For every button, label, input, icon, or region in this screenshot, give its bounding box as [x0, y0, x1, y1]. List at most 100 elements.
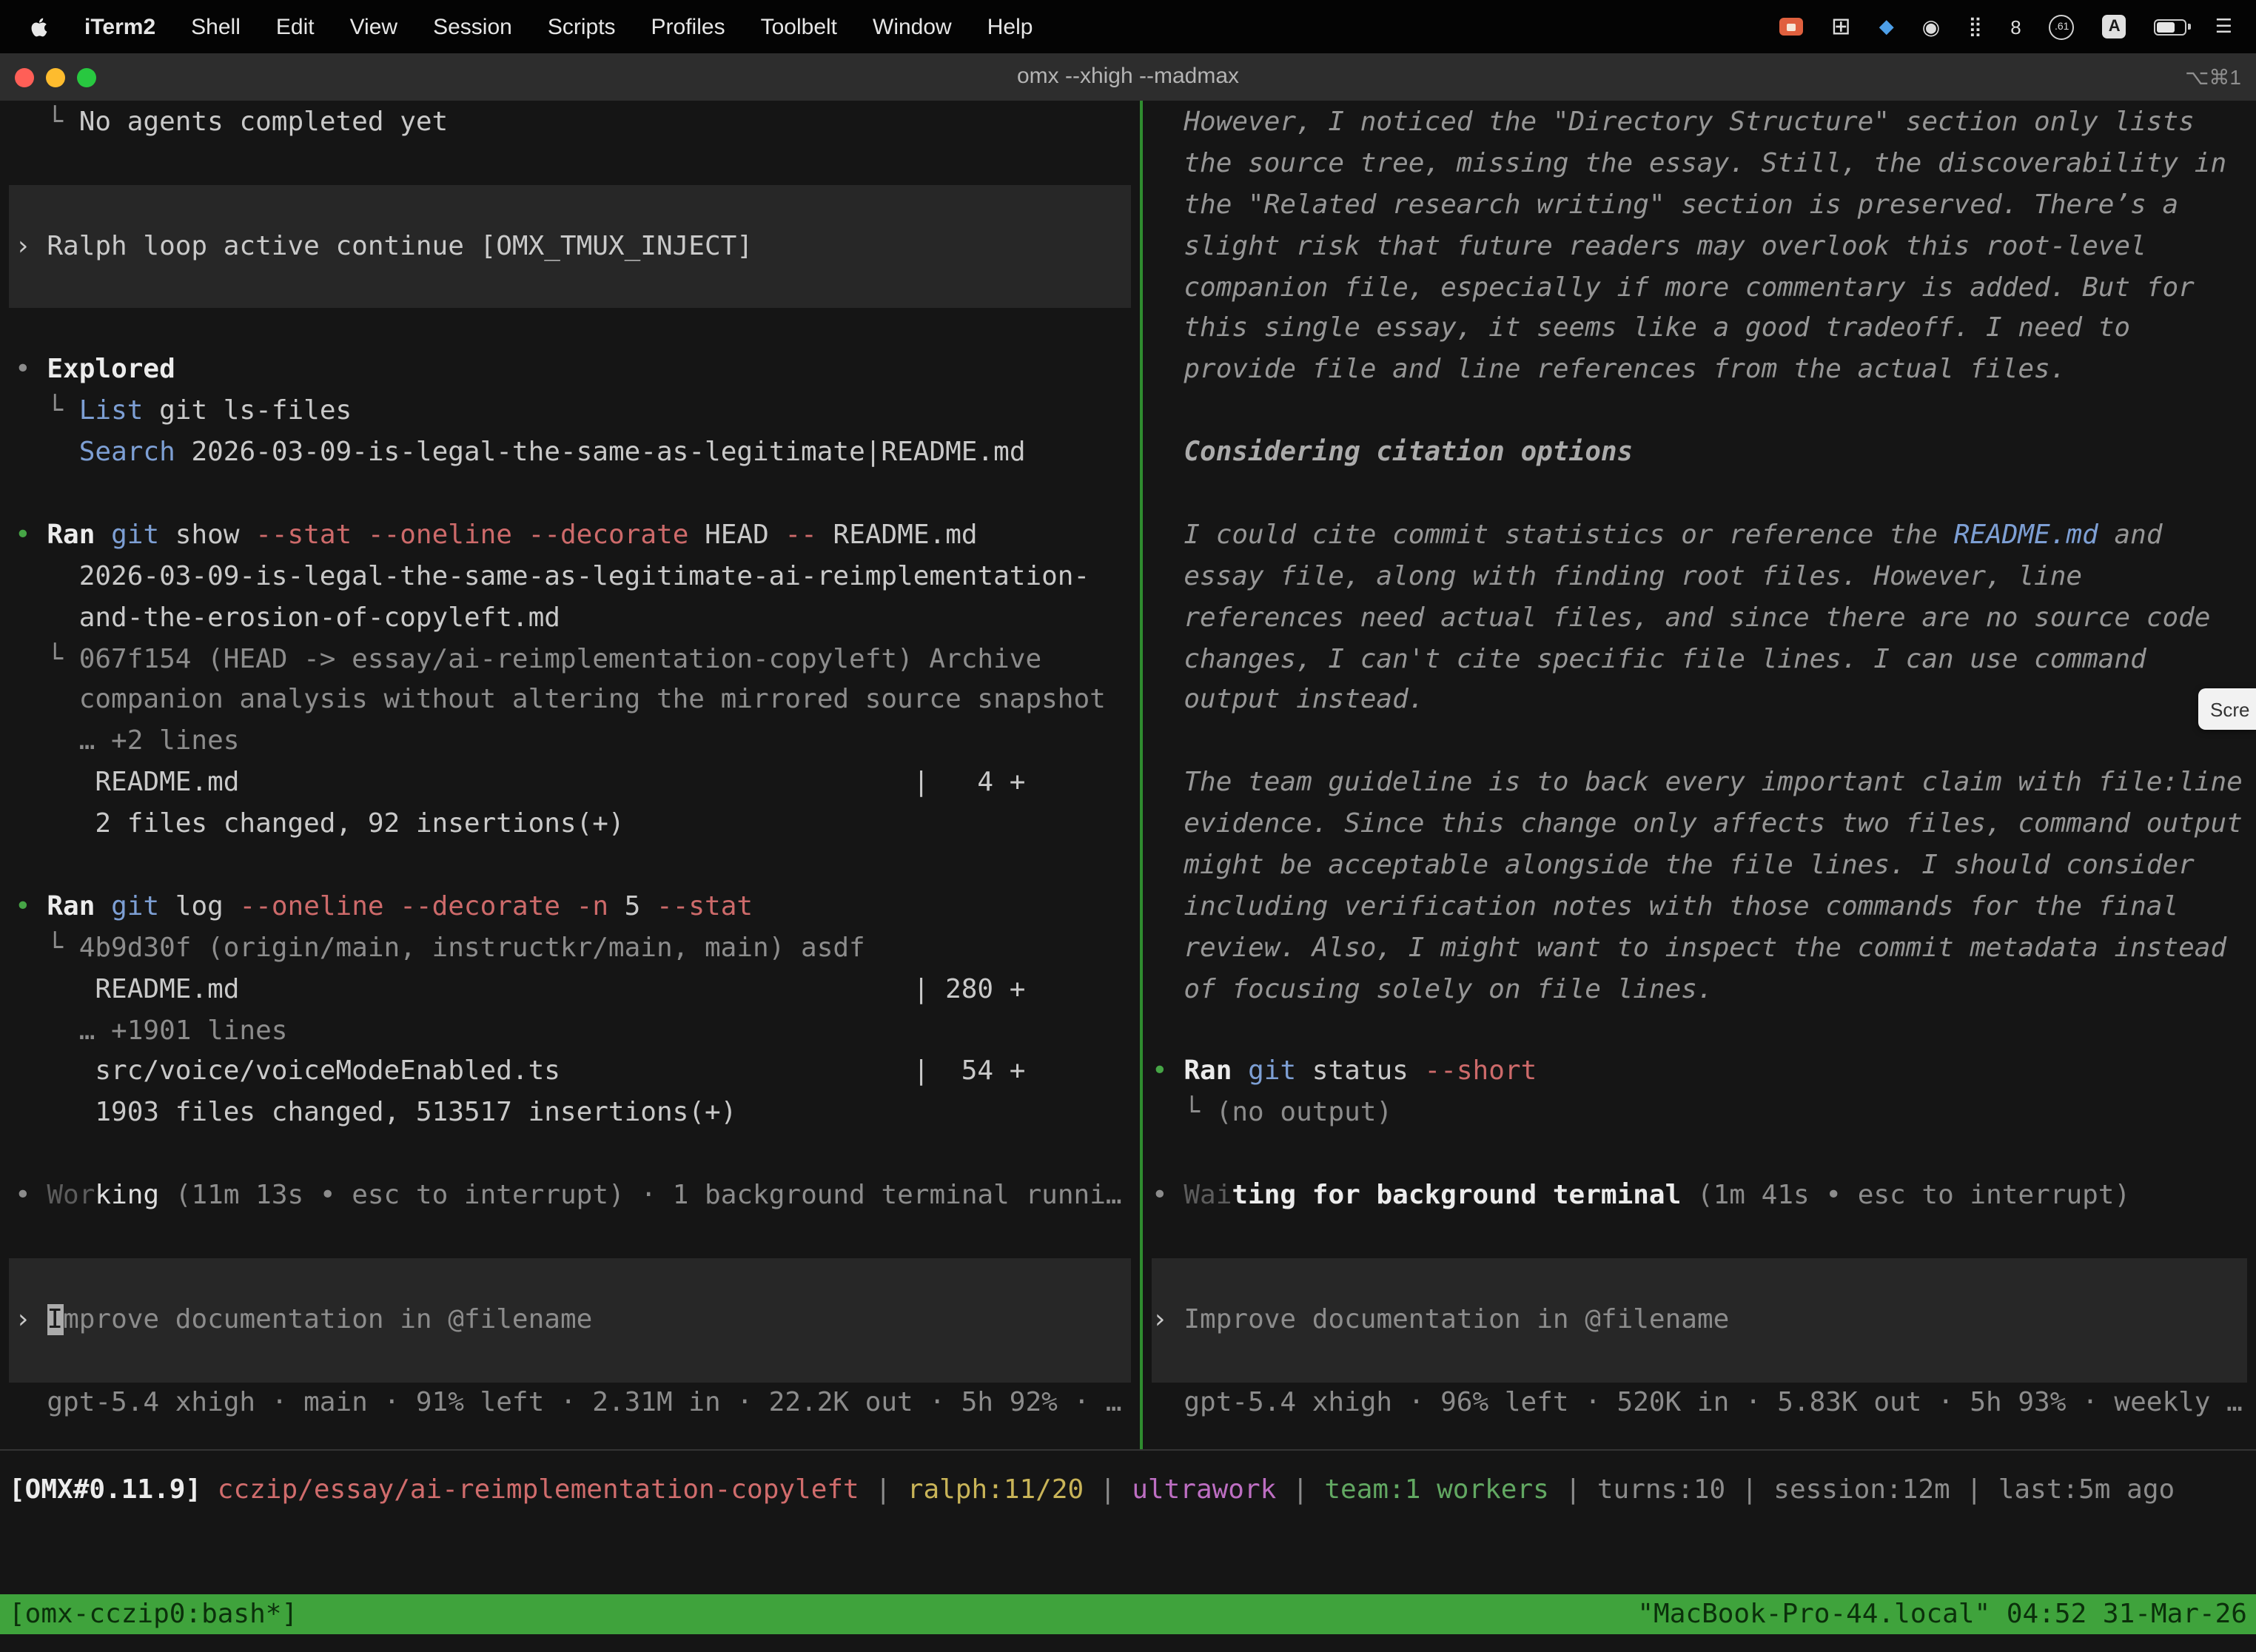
agents-status-line: └ No agents completed yet	[0, 102, 1140, 144]
menu-items: Shell Edit View Session Scripts Profiles Toolb…	[191, 14, 1033, 39]
session-summary: gpt-5.4 xhigh · main · 91% left · 2.31M …	[0, 1382, 1140, 1423]
omx-statusline-text: [OMX#0.11.9] cczip/essay/ai-reimplementa…	[0, 1470, 2256, 1511]
terminal-line: └ 4b9d30f (origin/main, instructkr/main,…	[0, 928, 1140, 970]
terminal-line: this single essay, it seems like a good …	[1143, 309, 2256, 350]
terminal-line	[9, 1340, 1131, 1382]
terminal-line	[0, 144, 1140, 185]
terminal-line	[1152, 1340, 2247, 1382]
terminal-line: … +2 lines	[0, 722, 1140, 763]
terminal-line: However, I noticed the "Directory Struct…	[1143, 102, 2256, 144]
left-pane: └ No agents completed yet › Ralph loop ac…	[0, 102, 1140, 1423]
terminal-line	[0, 309, 1140, 350]
ran-git-log: • Ran git log --oneline --decorate -n 5 …	[0, 887, 1140, 928]
apple-logo-icon[interactable]	[30, 16, 49, 38]
menu-session[interactable]: Session	[433, 14, 512, 39]
menu-scripts[interactable]: Scripts	[548, 14, 616, 39]
terminal-line: … +1901 lines	[0, 1010, 1140, 1052]
screen-tooltip[interactable]: Scre	[2198, 688, 2256, 730]
terminal-line: slight risk that future readers may over…	[1143, 226, 2256, 267]
terminal-line	[0, 1135, 1140, 1176]
terminal[interactable]: └ No agents completed yet › Ralph loop ac…	[0, 101, 2256, 1652]
menu-toolbelt[interactable]: Toolbelt	[761, 14, 837, 39]
right-pane: However, I noticed the "Directory Struct…	[1143, 102, 2256, 1423]
tmux-session-info: [omx-cczip0:bash*]	[0, 1594, 298, 1634]
app-menu-iterm2[interactable]: iTerm2	[84, 14, 155, 39]
pane-divider-horizontal	[0, 1449, 2256, 1451]
terminal-line: I could cite commit statistics or refere…	[1143, 515, 2256, 557]
window-shortcut-hint: ⌥⌘1	[2185, 53, 2241, 101]
terminal-line: essay file, along with finding root file…	[1143, 557, 2256, 598]
terminal-line	[0, 474, 1140, 515]
terminal-line	[1143, 1135, 2256, 1176]
waiting-status: • Waiting for background terminal (1m 41…	[1143, 1175, 2256, 1217]
terminal-line: output instead.	[1143, 680, 2256, 722]
terminal-line: companion file, especially if more comme…	[1143, 267, 2256, 309]
terminal-line	[0, 845, 1140, 887]
terminal-line: └ (no output)	[1143, 1093, 2256, 1135]
window-title: omx --xhigh --madmax	[0, 53, 2256, 101]
terminal-line: src/voice/voiceModeEnabled.ts | 54 +	[0, 1052, 1140, 1093]
battery-icon[interactable]	[2155, 19, 2187, 35]
terminal-line: 1903 files changed, 513517 insertions(+)	[0, 1093, 1140, 1135]
session-summary: gpt-5.4 xhigh · 96% left · 520K in · 5.8…	[1143, 1382, 2256, 1423]
menu-view[interactable]: View	[350, 14, 398, 39]
omx-statusline: [OMX#0.11.9] cczip/essay/ai-reimplementa…	[0, 1470, 2256, 1511]
menu-lines-icon[interactable]: ☰	[2215, 15, 2232, 38]
status-icons: ⊞ ◆ ◉ ⣿ 8 .61 A ☰	[1779, 12, 2241, 41]
terminal-line: review. Also, I might want to inspect th…	[1143, 928, 2256, 970]
tmux-status-bar: [omx-cczip0:bash*] "MacBook-Pro-44.local…	[0, 1594, 2256, 1634]
ran-git-show: • Ran git show --stat --oneline --decora…	[0, 515, 1140, 557]
desktop: iTerm2 Shell Edit View Session Scripts Profil…	[0, 0, 2256, 1652]
digit-8-icon[interactable]: 8	[2010, 16, 2021, 38]
terminal-line: changes, I can't cite specific file line…	[1143, 639, 2256, 680]
terminal-line: └ 067f154 (HEAD -> essay/ai-reimplementa…	[0, 639, 1140, 680]
app-logo-icon[interactable]: ◉	[1922, 14, 1940, 39]
thinking-header: Considering citation options	[1143, 432, 2256, 474]
terminal-line	[1143, 722, 2256, 763]
terminal-line	[9, 185, 1131, 226]
menu-edit[interactable]: Edit	[276, 14, 315, 39]
terminal-line	[1143, 391, 2256, 432]
terminal-line: Search 2026-03-09-is-legal-the-same-as-l…	[0, 432, 1140, 474]
terminal-line	[9, 1258, 1131, 1300]
dots-grid-icon[interactable]: ⣿	[1968, 15, 1982, 38]
prompt-input[interactable]: › Improve documentation in @filename	[9, 1300, 1131, 1341]
terminal-line: The team guideline is to back every impo…	[1143, 763, 2256, 805]
terminal-line: including verification notes with those …	[1143, 887, 2256, 928]
terminal-line	[1143, 474, 2256, 515]
terminal-line: 2026-03-09-is-legal-the-same-as-legitima…	[0, 557, 1140, 598]
tmux-host-clock: "MacBook-Pro-44.local" 04:52 31-Mar-26	[1637, 1594, 2256, 1634]
blue-diamond-icon[interactable]: ◆	[1879, 15, 1894, 38]
terminal-line	[9, 267, 1131, 309]
menu-window[interactable]: Window	[873, 14, 952, 39]
ran-git-status: • Ran git status --short	[1143, 1052, 2256, 1093]
menu-bar: iTerm2 Shell Edit View Session Scripts Profil…	[0, 0, 2256, 53]
recording-indicator[interactable]	[1779, 18, 1803, 36]
terminal-line: 2 files changed, 92 insertions(+)	[0, 804, 1140, 845]
terminal-line	[1152, 1258, 2247, 1300]
menu-profiles[interactable]: Profiles	[651, 14, 725, 39]
explored-header: • Explored	[0, 350, 1140, 392]
terminal-line: and-the-erosion-of-copyleft.md	[0, 597, 1140, 639]
title-bar[interactable]: omx --xhigh --madmax ⌥⌘1	[0, 53, 2256, 101]
terminal-line	[1143, 1010, 2256, 1052]
terminal-line: references need actual files, and since …	[1143, 597, 2256, 639]
terminal-line: provide file and line references from th…	[1143, 350, 2256, 392]
terminal-line	[0, 1217, 1140, 1258]
terminal-line	[1143, 1217, 2256, 1258]
terminal-line: the "Related research writing" section i…	[1143, 185, 2256, 226]
terminal-line: evidence. Since this change only affects…	[1143, 804, 2256, 845]
inject-banner[interactable]: › Ralph loop active continue [OMX_TMUX_I…	[9, 226, 1131, 267]
menu-shell[interactable]: Shell	[191, 14, 241, 39]
gauge-icon[interactable]: .61	[2049, 14, 2075, 39]
terminal-line: README.md | 4 +	[0, 763, 1140, 805]
keyboard-layout-icon[interactable]: A	[2103, 15, 2126, 38]
prompt-input[interactable]: › Improve documentation in @filename	[1152, 1300, 2247, 1341]
working-status: • Working (11m 13s • esc to interrupt) ·…	[0, 1175, 1140, 1217]
window-grid-icon[interactable]: ⊞	[1831, 12, 1851, 41]
terminal-line: companion analysis without altering the …	[0, 680, 1140, 722]
terminal-line: README.md | 280 +	[0, 969, 1140, 1010]
menu-help[interactable]: Help	[987, 14, 1033, 39]
terminal-line: the source tree, missing the essay. Stil…	[1143, 144, 2256, 185]
terminal-line: might be acceptable alongside the file l…	[1143, 845, 2256, 887]
